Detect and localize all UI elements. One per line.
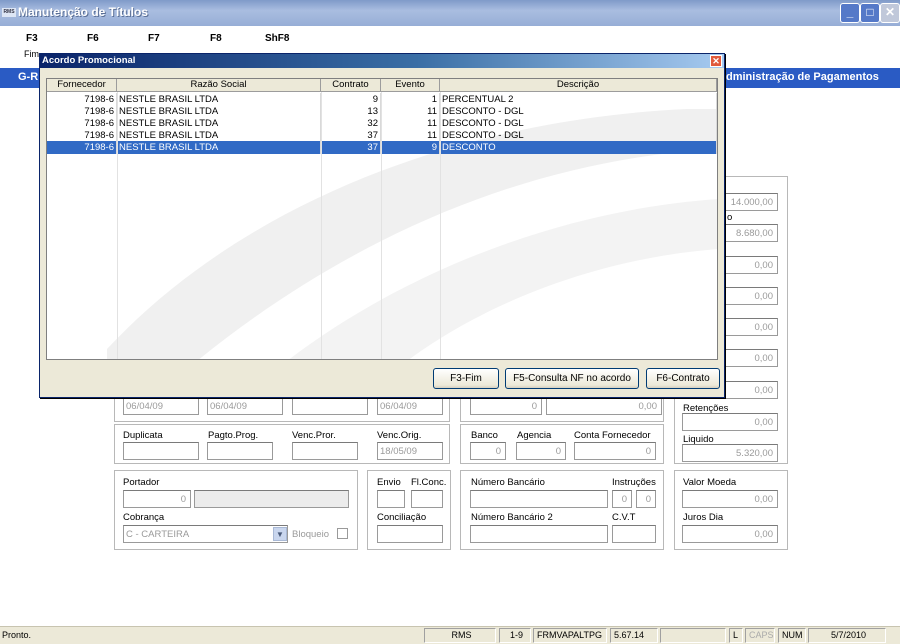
- cobranca-label: Cobrança: [123, 512, 165, 523]
- f3-key-caption: Fim: [24, 49, 39, 59]
- cvt-label: C.V.T: [612, 512, 636, 523]
- banco-label: Banco: [471, 430, 498, 441]
- maximize-button[interactable]: □: [860, 3, 880, 23]
- venc-orig-field[interactable]: 18/05/09: [377, 442, 443, 460]
- minimize-button[interactable]: _: [840, 3, 860, 23]
- numero-bancario-label: Número Bancário: [471, 477, 545, 488]
- status-cell-version: 5.67.14: [610, 628, 658, 643]
- table-cell[interactable]: NESTLE BRASIL LTDA: [117, 141, 321, 154]
- conciliacao-field[interactable]: [377, 525, 443, 543]
- col-header-fornecedor[interactable]: Fornecedor: [47, 79, 117, 92]
- numero-bancario-2-field[interactable]: [470, 525, 608, 543]
- bloqueio-label: Bloqueio: [292, 529, 329, 540]
- window-title: Manutenção de Títulos: [18, 5, 149, 19]
- date-field-3[interactable]: [292, 397, 368, 415]
- col-header-descricao[interactable]: Descrição: [440, 79, 717, 92]
- chevron-down-icon[interactable]: ▼: [273, 527, 287, 541]
- valor-moeda-label: Valor Moeda: [683, 477, 737, 488]
- grid-line: [381, 92, 382, 359]
- conta-fornecedor-field[interactable]: 0: [574, 442, 656, 460]
- bloqueio-checkbox[interactable]: [337, 528, 348, 539]
- dialog-title: Acordo Promocional: [42, 55, 136, 66]
- f5-consulta-nf-button[interactable]: F5-Consulta NF no acordo: [505, 368, 639, 389]
- banco-field[interactable]: 0: [470, 442, 506, 460]
- cvt-field[interactable]: [612, 525, 656, 543]
- duplicata-label: Duplicata: [123, 430, 163, 441]
- value-field-2[interactable]: 0,00: [546, 397, 662, 415]
- partial-label: o: [727, 212, 733, 223]
- grid-line: [117, 92, 118, 359]
- cobranca-select[interactable]: C - CARTEIRA: [123, 525, 288, 543]
- col-header-contrato[interactable]: Contrato: [321, 79, 381, 92]
- instrucao-2-field[interactable]: 0: [636, 490, 656, 508]
- dialog-title-bar: Acordo Promocional: [40, 54, 724, 68]
- grid-line: [321, 92, 322, 359]
- f6-contrato-button[interactable]: F6-Contrato: [646, 368, 720, 389]
- table-cell[interactable]: DESCONTO: [440, 141, 717, 154]
- fl-conc-label: Fl.Conc.: [411, 477, 447, 488]
- col-header-razao-social[interactable]: Razão Social: [117, 79, 321, 92]
- status-cell-range: 1-9: [499, 628, 531, 643]
- status-text: Pronto.: [2, 630, 32, 640]
- table-cell[interactable]: 9: [381, 141, 440, 154]
- envio-field[interactable]: [377, 490, 405, 508]
- dialog-close-icon[interactable]: ✕: [710, 55, 722, 67]
- shf8-key-button[interactable]: ShF8: [265, 33, 289, 44]
- date-field-2[interactable]: 06/04/09: [207, 397, 283, 415]
- numero-bancario-2-label: Número Bancário 2: [471, 512, 553, 523]
- status-cell-blank: [660, 628, 726, 643]
- agencia-field[interactable]: 0: [516, 442, 566, 460]
- main-title-bar: RMS Manutenção de Títulos _ □ ✕: [0, 0, 900, 26]
- instrucoes-label: Instruções: [612, 477, 656, 488]
- portador-label: Portador: [123, 477, 160, 488]
- agencia-label: Agencia: [517, 430, 552, 441]
- f3-key-button[interactable]: F3: [26, 33, 38, 44]
- f6-key-button[interactable]: F6: [87, 33, 99, 44]
- instrucao-1-field[interactable]: 0: [612, 490, 632, 508]
- f7-key-button[interactable]: F7: [148, 33, 160, 44]
- module-code: G-R: [18, 71, 39, 83]
- numero-bancario-field[interactable]: [470, 490, 608, 508]
- duplicata-field[interactable]: [123, 442, 199, 460]
- venc-pror-field[interactable]: [292, 442, 358, 460]
- envio-label: Envio: [377, 477, 401, 488]
- f3-fim-button[interactable]: F3-Fim: [433, 368, 499, 389]
- portador-name-field: [194, 490, 349, 508]
- fl-conc-field[interactable]: [411, 490, 443, 508]
- status-cell-form: FRMVAPALTPG: [533, 628, 607, 643]
- table-cell[interactable]: 37: [321, 141, 381, 154]
- table-cell[interactable]: 7198-6: [47, 141, 117, 154]
- col-header-evento[interactable]: Evento: [381, 79, 440, 92]
- status-cell-date: 5/7/2010: [808, 628, 886, 643]
- conta-fornecedor-label: Conta Fornecedor: [574, 430, 651, 441]
- valor-moeda-field[interactable]: 0,00: [682, 490, 778, 508]
- date-field-4[interactable]: 06/04/09: [377, 397, 443, 415]
- module-title: dministração de Pagamentos: [726, 71, 879, 83]
- status-cell-caps: CAPS: [745, 628, 775, 643]
- portador-field[interactable]: 0: [123, 490, 191, 508]
- pagto-prog-label: Pagto.Prog.: [208, 430, 259, 441]
- grid-line: [440, 92, 441, 359]
- conciliacao-label: Conciliação: [377, 512, 427, 523]
- status-cell-l: L: [729, 628, 743, 643]
- date-field-1[interactable]: 06/04/09: [123, 397, 199, 415]
- venc-pror-label: Venc.Pror.: [292, 430, 336, 441]
- app-icon: RMS: [2, 8, 16, 17]
- pagto-prog-field[interactable]: [207, 442, 273, 460]
- juros-dia-field[interactable]: 0,00: [682, 525, 778, 543]
- juros-dia-label: Juros Dia: [683, 512, 724, 523]
- liquido-field[interactable]: 5.320,00: [682, 444, 778, 462]
- close-button[interactable]: ✕: [880, 3, 900, 23]
- status-cell-num: NUM: [778, 628, 806, 643]
- value-field-1[interactable]: 0: [470, 397, 542, 415]
- status-cell-app: RMS: [424, 628, 496, 643]
- f8-key-button[interactable]: F8: [210, 33, 222, 44]
- venc-orig-label: Venc.Orig.: [377, 430, 422, 441]
- retencoes-field[interactable]: 0,00: [682, 413, 778, 431]
